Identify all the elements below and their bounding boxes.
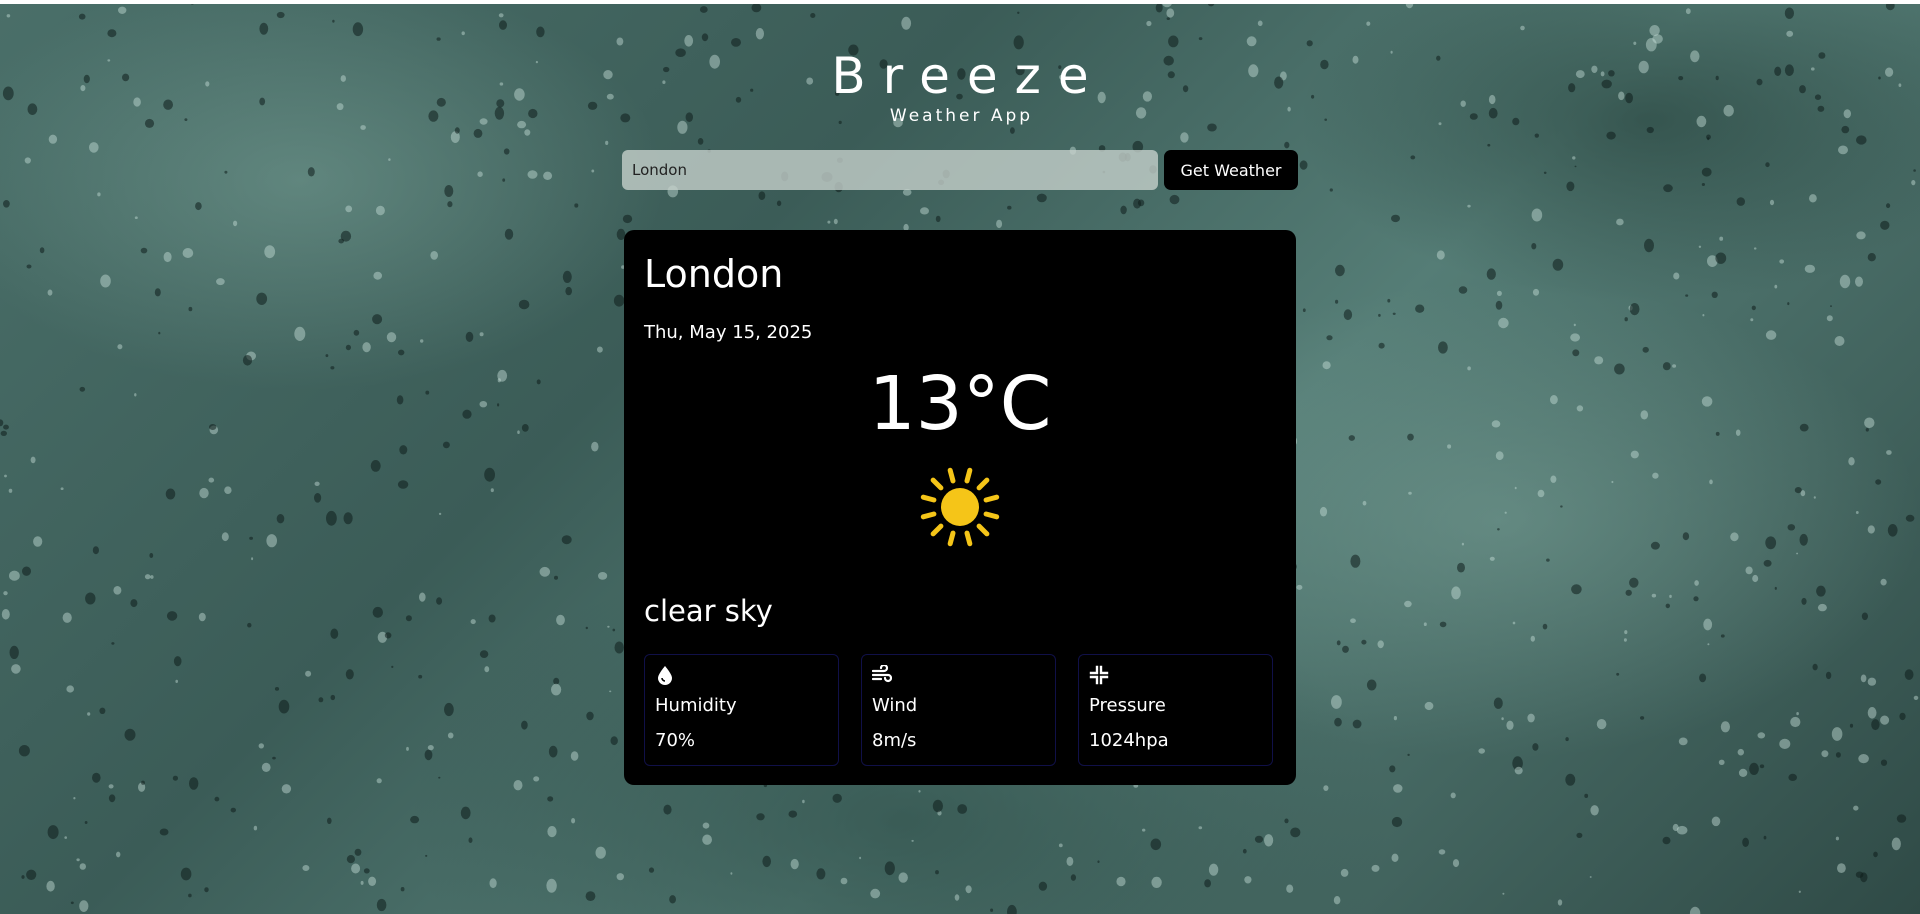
wind-stat: Wind 8m/s bbox=[861, 654, 1056, 766]
app-title: Breeze bbox=[831, 47, 1106, 105]
droplet-icon bbox=[658, 666, 672, 685]
humidity-label: Humidity bbox=[655, 695, 737, 716]
wind-icon bbox=[872, 665, 892, 683]
sun-icon bbox=[920, 467, 1000, 547]
search-bar: Get Weather bbox=[622, 150, 1298, 192]
get-weather-button[interactable]: Get Weather bbox=[1164, 150, 1298, 190]
app-header: Breeze Weather App bbox=[0, 48, 1920, 126]
pressure-value: 1024hpa bbox=[1089, 730, 1169, 751]
humidity-stat: Humidity 70% bbox=[644, 654, 839, 766]
city-name: London bbox=[644, 252, 784, 296]
weather-card: London Thu, May 15, 2025 13°C clear sky … bbox=[624, 230, 1296, 785]
wind-label: Wind bbox=[872, 695, 918, 716]
city-search-input[interactable] bbox=[622, 150, 1158, 190]
app-subtitle: Weather App bbox=[889, 106, 1034, 126]
pressure-label: Pressure bbox=[1089, 695, 1166, 716]
weather-description: clear sky bbox=[644, 594, 773, 628]
compress-icon bbox=[1089, 665, 1109, 685]
wind-value: 8m/s bbox=[872, 730, 917, 751]
top-border bbox=[0, 0, 1920, 4]
pressure-stat: Pressure 1024hpa bbox=[1078, 654, 1273, 766]
temperature: 13°C bbox=[868, 361, 1052, 447]
humidity-value: 70% bbox=[655, 730, 696, 751]
current-date: Thu, May 15, 2025 bbox=[644, 322, 813, 343]
